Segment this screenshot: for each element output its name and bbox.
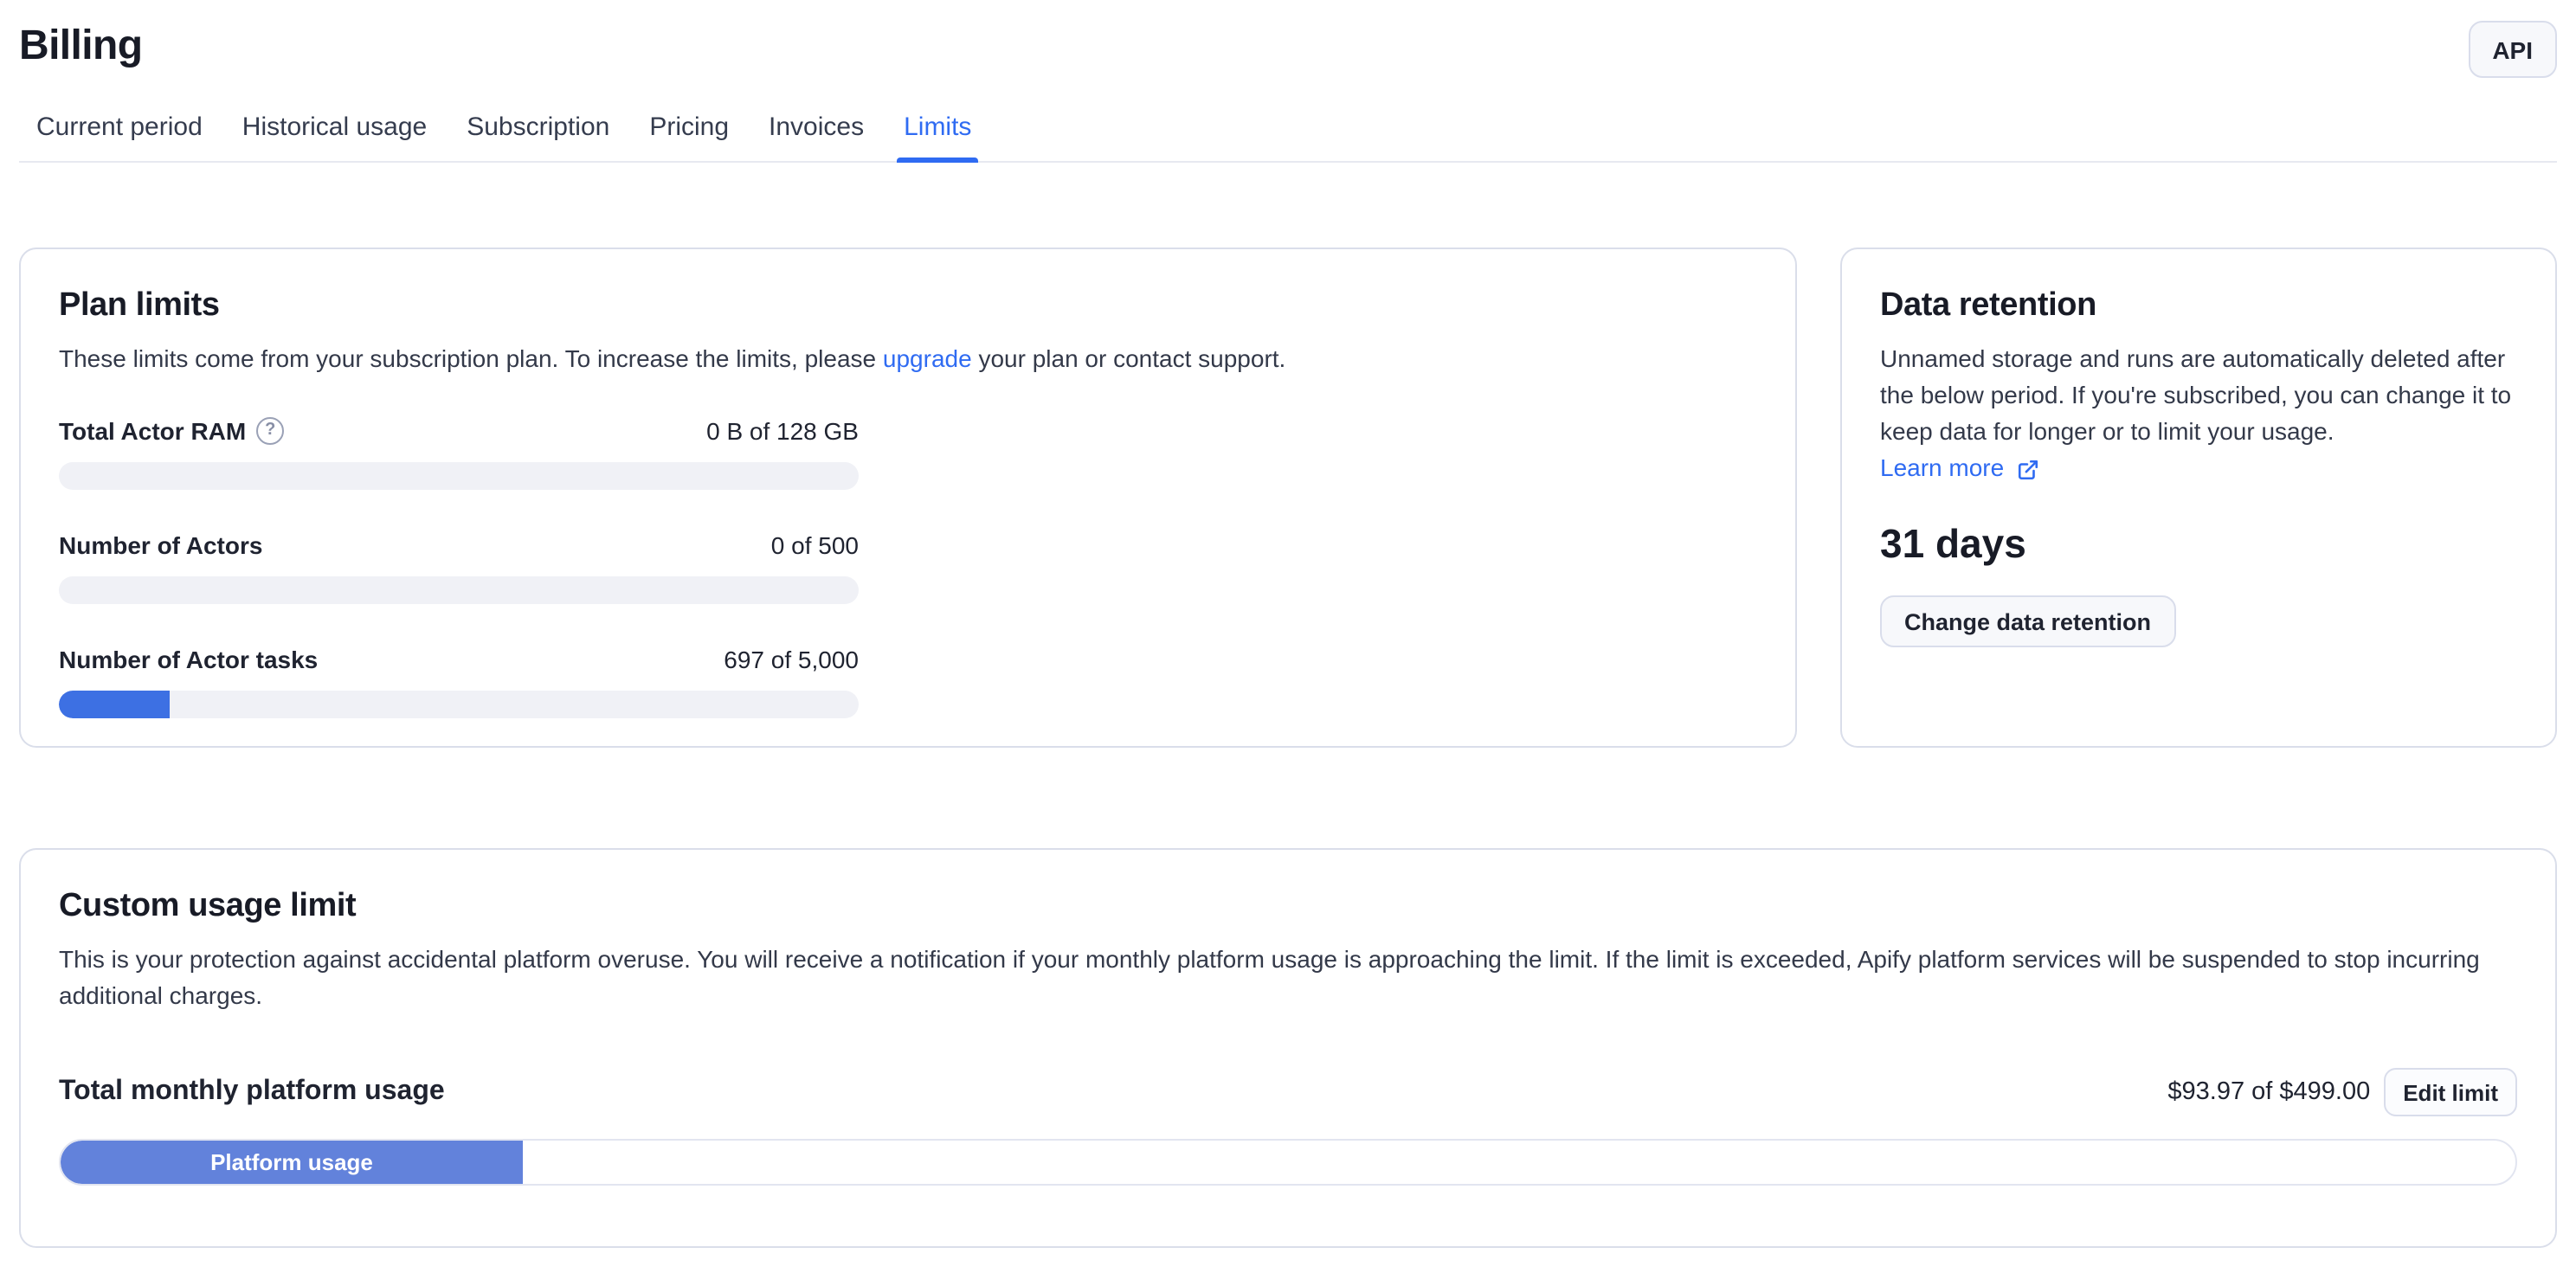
- tab-limits[interactable]: Limits: [897, 113, 978, 161]
- usage-label: Total monthly platform usage: [59, 1077, 445, 1108]
- page-title: Billing: [19, 23, 142, 71]
- tab-pricing[interactable]: Pricing: [642, 113, 736, 161]
- main-content: Plan limits These limits come from your …: [0, 248, 2576, 1248]
- limit-value: 0 of 500: [771, 528, 859, 563]
- usage-value: $93.97 of $499.00: [2167, 1078, 2370, 1106]
- retention-period-value: 31 days: [1880, 521, 2517, 568]
- custom-usage-limit-description: This is your protection against accident…: [59, 942, 2517, 1014]
- usage-progress-fill: Platform usage: [61, 1141, 523, 1184]
- progress-track: [59, 462, 859, 490]
- limit-row-total-actor-ram: Total Actor RAM ? 0 B of 128 GB: [59, 414, 859, 490]
- plan-limits-description-suffix: your plan or contact support.: [972, 344, 1286, 372]
- plan-limits-list: Total Actor RAM ? 0 B of 128 GB Nu: [59, 414, 859, 718]
- limit-value: 0 B of 128 GB: [706, 414, 859, 448]
- learn-more-link[interactable]: Learn more: [1880, 450, 2038, 486]
- custom-usage-limit-title: Custom usage limit: [59, 888, 2517, 926]
- progress-track: [59, 691, 859, 718]
- usage-summary-row: Total monthly platform usage $93.97 of $…: [59, 1068, 2517, 1116]
- data-retention-card: Data retention Unnamed storage and runs …: [1840, 248, 2557, 748]
- tab-invoices[interactable]: Invoices: [762, 113, 871, 161]
- edit-limit-button[interactable]: Edit limit: [2384, 1068, 2517, 1116]
- limit-row-number-of-actors: Number of Actors 0 of 500: [59, 528, 859, 604]
- usage-progress-track: Platform usage: [59, 1139, 2517, 1186]
- external-link-icon: [2016, 458, 2038, 480]
- tab-historical-usage[interactable]: Historical usage: [235, 113, 434, 161]
- custom-usage-limit-card: Custom usage limit This is your protecti…: [19, 848, 2557, 1248]
- limit-label: Number of Actor tasks: [59, 642, 318, 677]
- progress-track: [59, 576, 859, 604]
- limit-label: Total Actor RAM: [59, 414, 246, 448]
- plan-limits-description: These limits come from your subscription…: [59, 341, 1757, 377]
- billing-tabs: Current period Historical usage Subscrip…: [19, 113, 2557, 163]
- billing-page: Billing API Current period Historical us…: [0, 0, 2576, 1286]
- tab-subscription[interactable]: Subscription: [460, 113, 616, 161]
- plan-limits-card: Plan limits These limits come from your …: [19, 248, 1797, 748]
- change-data-retention-button[interactable]: Change data retention: [1880, 595, 2175, 647]
- plan-limits-description-prefix: These limits come from your subscription…: [59, 344, 883, 372]
- limit-label: Number of Actors: [59, 528, 262, 563]
- limit-row-number-of-actor-tasks: Number of Actor tasks 697 of 5,000: [59, 642, 859, 718]
- tab-current-period[interactable]: Current period: [29, 113, 209, 161]
- top-cards-row: Plan limits These limits come from your …: [19, 248, 2557, 748]
- limit-value: 697 of 5,000: [724, 642, 859, 677]
- plan-limits-title: Plan limits: [59, 287, 1757, 325]
- help-icon[interactable]: ?: [256, 417, 284, 445]
- data-retention-description: Unnamed storage and runs are automatical…: [1880, 341, 2517, 450]
- page-header: Billing API: [0, 0, 2576, 78]
- progress-fill: [59, 691, 171, 718]
- api-button[interactable]: API: [2468, 21, 2557, 78]
- data-retention-title: Data retention: [1880, 287, 2517, 325]
- usage-segment-label: Platform usage: [210, 1149, 373, 1175]
- upgrade-link[interactable]: upgrade: [883, 344, 972, 372]
- learn-more-label: Learn more: [1880, 450, 2004, 486]
